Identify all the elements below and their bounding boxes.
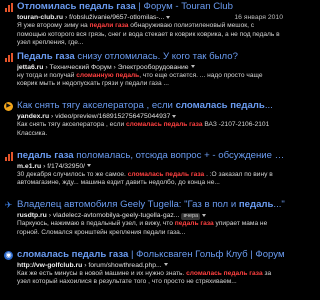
chevron-down-icon[interactable] [166, 15, 171, 19]
bar-chart-icon [4, 52, 13, 62]
bar-chart-icon [4, 3, 13, 12]
result-url[interactable]: jetta6.ru › Технический Форум › Электроо… [17, 63, 287, 72]
result-snippet: ну тогда и получай сломанную педаль, что… [17, 71, 263, 88]
result-title-link[interactable]: сломалась педаль газа | Фольксваген Голь… [17, 248, 287, 261]
result-snippet: Как же есть минусы в новой машине и их н… [17, 269, 272, 286]
search-result: ◉ сломалась педаль газа | Фольксваген Го… [0, 248, 287, 298]
chevron-down-icon[interactable] [163, 263, 168, 267]
result-title-link[interactable]: Как снять тягу акселератора , если слома… [17, 99, 287, 112]
search-results-list: Отломилась педаль газа | Форум - Touran … [0, 0, 287, 297]
search-result: Отломилась педаль газа | Форум - Touran … [0, 0, 287, 50]
date-tag: вчера [181, 213, 201, 220]
search-result: Педаль газа снизу отломилась. У кого так… [0, 50, 287, 100]
play-icon: ▶ [4, 102, 13, 111]
globe-icon: ◉ [4, 250, 13, 260]
result-title-link[interactable]: педаль газа поломалась, отсюда вопрос + … [17, 149, 287, 162]
result-title-link[interactable]: Владелец автомобиля Geely Tugella: "Газ … [17, 198, 287, 211]
search-result: ✈ Владелец автомобиля Geely Tugella: "Га… [0, 198, 287, 248]
result-url[interactable]: http://vw-golfclub.ru › forum/showthread… [17, 261, 287, 270]
chevron-down-icon[interactable] [172, 114, 177, 118]
result-title-link[interactable]: Педаль газа снизу отломилась. У кого так… [17, 50, 287, 63]
result-url[interactable]: rusdtp.ru › vladelecz-avtomobilya-geely-… [17, 211, 287, 220]
search-result: педаль газа поломалась, отсюда вопрос + … [0, 149, 287, 199]
bar-chart-icon [4, 151, 13, 161]
result-snippet: 30 декабря случилось то же самое. сломал… [17, 170, 273, 187]
car-icon: ✈ [4, 200, 13, 210]
result-url[interactable]: touran-club.ru › f/obsluživanie/9657-otl… [17, 13, 287, 22]
result-title-link[interactable]: Отломилась педаль газа | Форум - Touran … [17, 0, 287, 13]
result-snippet: Как снять тягу акселератора , если слома… [17, 121, 270, 137]
result-snippet: Паркуюсь, нажимаю в педальный узел, и ви… [17, 220, 268, 236]
result-url[interactable]: yandex.ru › video/preview/16891527564750… [17, 112, 287, 121]
chevron-down-icon[interactable] [202, 213, 207, 217]
result-snippet: Я уже второму зиму на педали газа обнару… [17, 22, 280, 47]
result-date: 16 января 2010 [234, 14, 283, 21]
search-result: ▶ Как снять тягу акселератора , если сло… [0, 99, 287, 149]
chevron-down-icon[interactable] [87, 164, 92, 168]
chevron-down-icon[interactable] [190, 65, 195, 69]
result-url[interactable]: m.e1.ru › f/174/32950/ [17, 162, 287, 171]
